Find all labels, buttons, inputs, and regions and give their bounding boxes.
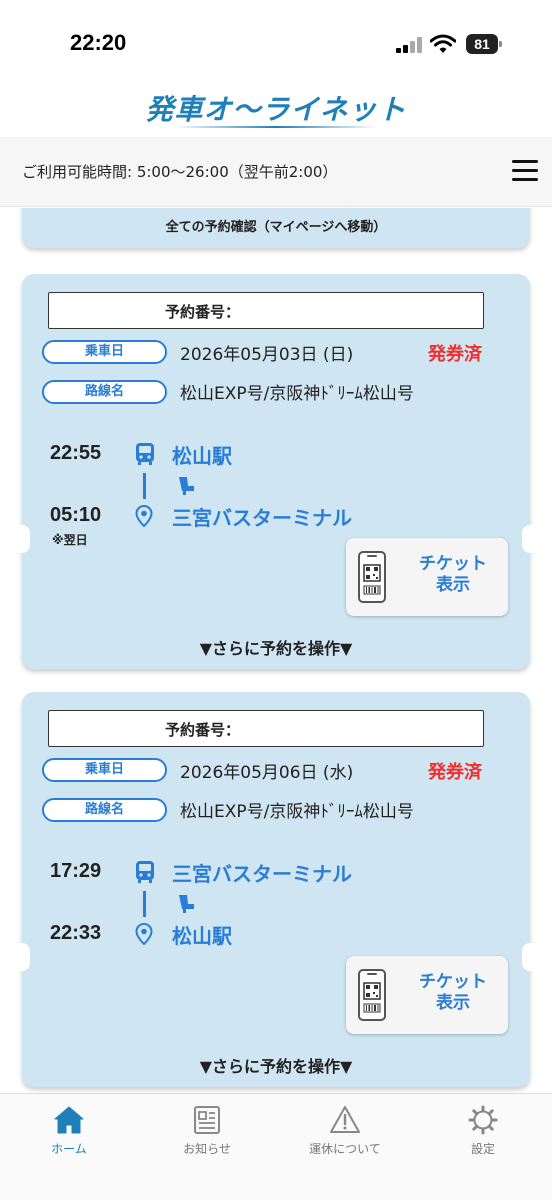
tab-service-suspension[interactable]: 運休について xyxy=(276,1094,414,1174)
gear-icon xyxy=(468,1105,498,1135)
boarding-date-value: 2026年05月06日 (水) xyxy=(180,763,354,783)
departure-stop[interactable]: 三宮バスターミナル xyxy=(172,858,352,887)
ticket-label-line1: チケット xyxy=(419,972,487,992)
cellular-signal-icon xyxy=(396,37,422,53)
route-name-value: 松山EXP号/京阪神ﾄﾞﾘｰﾑ松山号 xyxy=(180,384,414,404)
location-pin-icon xyxy=(135,505,153,527)
route-connector xyxy=(143,891,146,917)
reservation-number-field: 予約番号： xyxy=(48,710,484,747)
next-day-note: ※翌日 xyxy=(52,533,88,547)
ticket-display-label: チケット 表示 xyxy=(408,972,498,1014)
home-icon xyxy=(54,1106,84,1134)
ticket-label-line2: 表示 xyxy=(436,575,470,595)
status-bar: 22:20 81 xyxy=(0,0,552,84)
hamburger-menu-icon[interactable] xyxy=(510,159,540,183)
route-name-value: 松山EXP号/京阪神ﾄﾞﾘｰﾑ松山号 xyxy=(180,802,414,822)
ticket-label-line2: 表示 xyxy=(436,993,470,1013)
news-icon xyxy=(194,1106,220,1134)
tab-home-label: ホーム xyxy=(51,1142,87,1156)
boarding-date-label: 乗車日 xyxy=(42,340,167,364)
status-time: 22:20 xyxy=(70,30,127,55)
wifi-icon xyxy=(429,34,457,54)
tab-news[interactable]: お知らせ xyxy=(138,1094,276,1174)
ticket-display-label: チケット 表示 xyxy=(408,554,498,596)
ticket-display-button[interactable]: チケット 表示 xyxy=(346,956,508,1034)
app-logo: 発車オ〜ライネット xyxy=(145,93,407,126)
service-hours-text: ご利用可能時間: 5:00〜26:00（翌午前2:00） xyxy=(22,163,338,181)
qr-ticket-icon xyxy=(358,551,386,603)
route-name-label: 路線名 xyxy=(42,380,167,404)
route-connector xyxy=(143,473,146,499)
bus-icon xyxy=(136,861,154,883)
ticket-label-line1: チケット xyxy=(419,554,487,574)
boarding-date-label: 乗車日 xyxy=(42,758,167,782)
qr-ticket-icon xyxy=(358,969,386,1021)
arrival-time: 05:10 xyxy=(50,504,102,526)
location-pin-icon xyxy=(135,923,153,945)
tab-news-label: お知らせ xyxy=(183,1142,231,1156)
departure-time: 17:29 xyxy=(50,860,102,882)
more-operations-toggle[interactable]: ▼さらに予約を操作▼ xyxy=(22,1053,530,1077)
departure-stop[interactable]: 松山駅 xyxy=(172,440,232,469)
bus-icon xyxy=(136,443,154,465)
logo-underline xyxy=(174,126,378,128)
all-reservations-button[interactable]: 全ての予約確認（マイページへ移動） xyxy=(22,208,530,248)
arrival-stop[interactable]: 松山駅 xyxy=(172,920,232,949)
tab-settings-label: 設定 xyxy=(470,1142,495,1156)
ticket-status-badge: 発券済 xyxy=(428,344,482,365)
tab-settings[interactable]: 設定 xyxy=(414,1094,552,1174)
battery-icon: 81 xyxy=(466,34,502,54)
reservation-card: 予約番号： 乗車日 2026年05月06日 (水) 発券済 路線名 松山EXP号… xyxy=(14,692,538,1087)
warning-icon xyxy=(330,1106,360,1133)
ticket-display-button[interactable]: チケット 表示 xyxy=(346,538,508,616)
ticket-status-badge: 発券済 xyxy=(428,762,482,783)
reservation-number-field: 予約番号： xyxy=(48,292,484,329)
more-operations-toggle[interactable]: ▼さらに予約を操作▼ xyxy=(22,635,530,659)
arrival-time: 22:33 xyxy=(50,922,102,944)
reservation-card: 予約番号： 乗車日 2026年05月03日 (日) 発券済 路線名 松山EXP号… xyxy=(14,274,538,669)
service-hours-bar: ご利用可能時間: 5:00〜26:00（翌午前2:00） xyxy=(0,137,552,207)
tab-home[interactable]: ホーム xyxy=(0,1094,138,1174)
battery-level: 81 xyxy=(466,34,498,54)
bottom-tab-bar: ホーム お知らせ 運休について 設定 xyxy=(0,1093,552,1200)
boarding-date-value: 2026年05月03日 (日) xyxy=(180,345,354,365)
seat-icon xyxy=(179,477,194,495)
arrival-stop[interactable]: 三宮バスターミナル xyxy=(172,502,352,531)
seat-icon xyxy=(179,895,194,913)
tab-service-suspension-label: 運休について xyxy=(309,1142,381,1156)
reservation-list[interactable]: 全ての予約確認（マイページへ移動） 予約番号： 乗車日 2026年05月03日 … xyxy=(0,208,552,1093)
departure-time: 22:55 xyxy=(50,442,102,464)
route-name-label: 路線名 xyxy=(42,798,167,822)
